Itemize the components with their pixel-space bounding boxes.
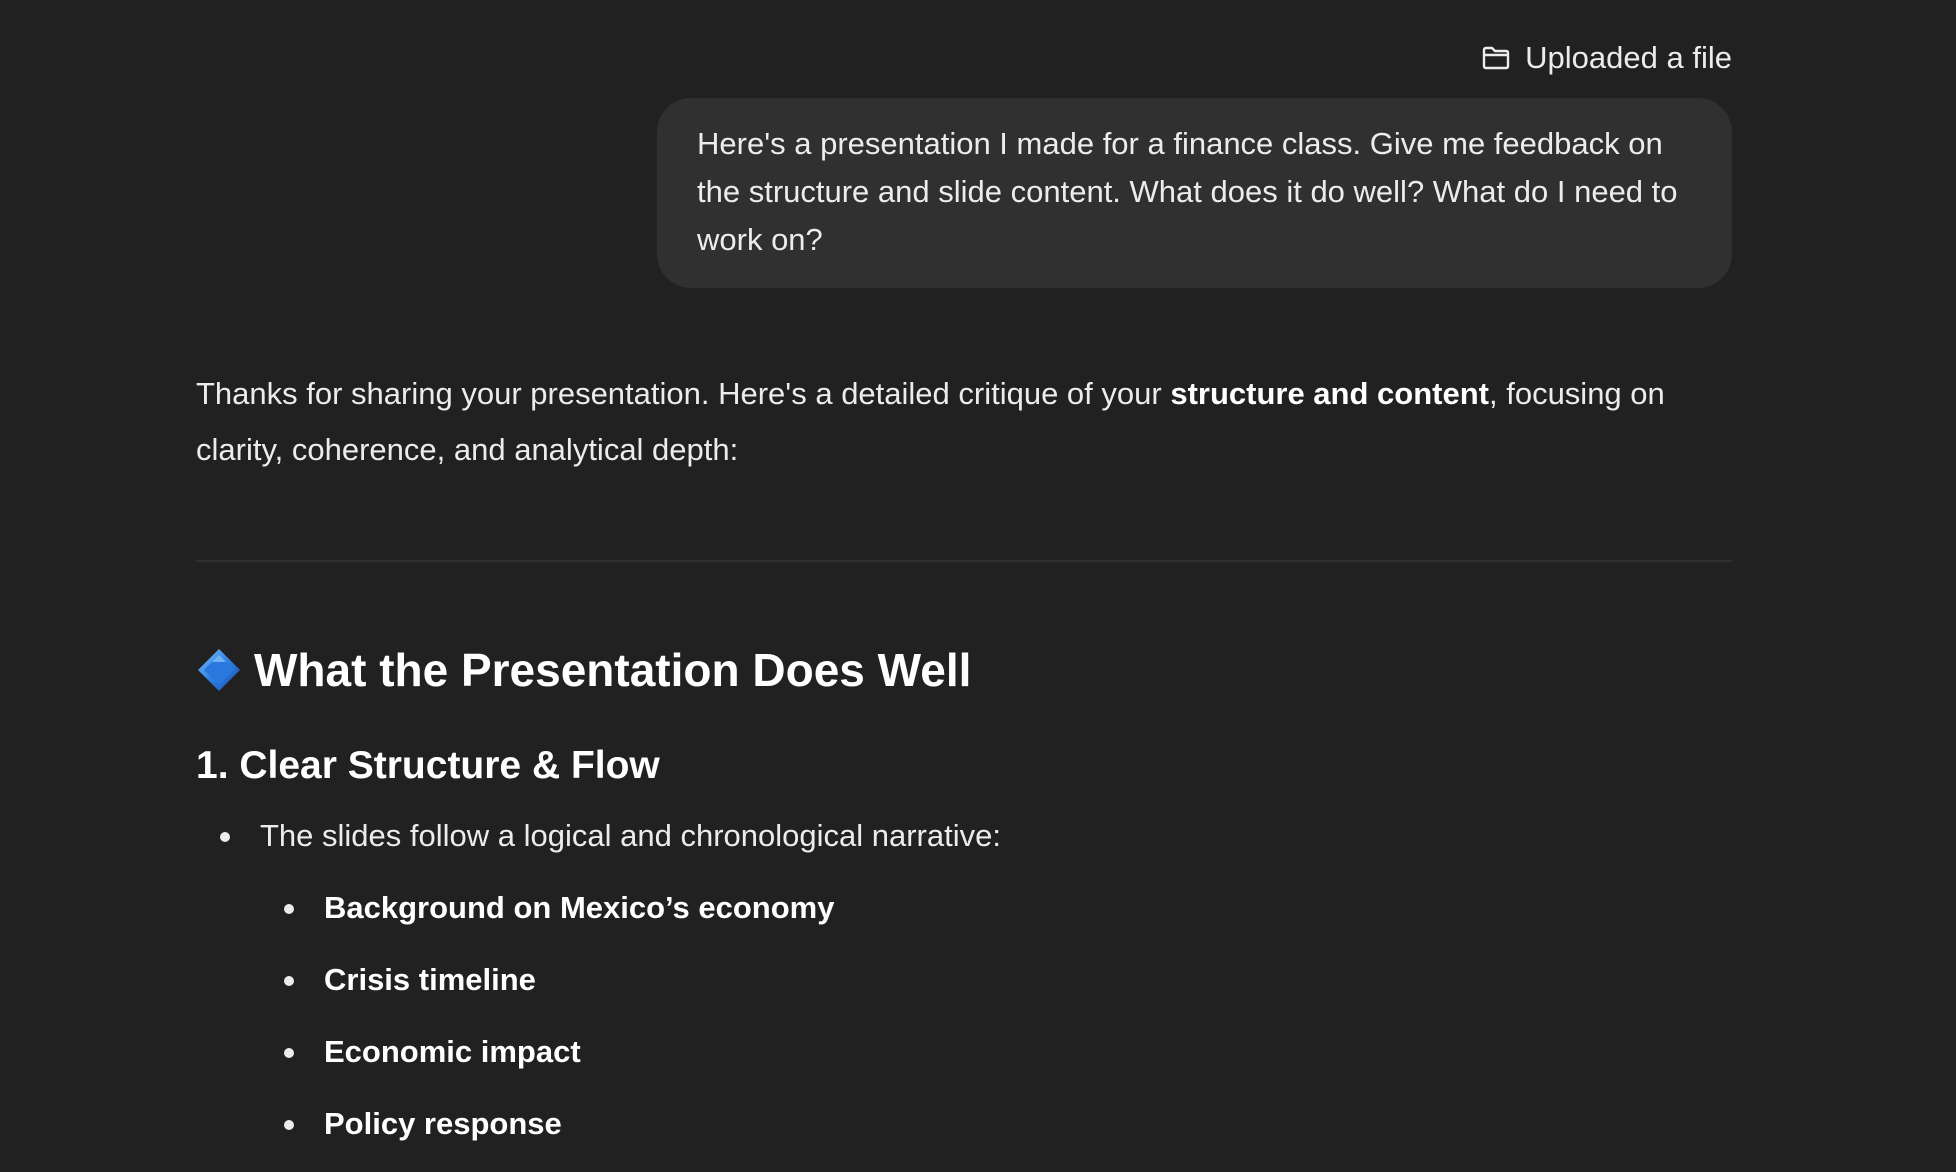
subsection-heading: 1. Clear Structure & Flow — [196, 744, 660, 787]
list-item-text: Policy response — [324, 1106, 562, 1141]
bullet-dot — [284, 1120, 294, 1130]
intro-bold-text: structure and content — [1170, 376, 1489, 411]
user-message-text: Here's a presentation I made for a finan… — [697, 126, 1678, 257]
bullet-dot — [284, 1048, 294, 1058]
list-item-text: Economic impact — [324, 1034, 581, 1069]
bullet-dot — [284, 904, 294, 914]
bullet-dot — [220, 832, 230, 842]
list-item: Economic impact — [196, 1028, 1732, 1076]
blue-diamond-icon — [196, 647, 242, 693]
assistant-response: Thanks for sharing your presentation. He… — [196, 366, 1732, 1172]
uploaded-file-label: Uploaded a file — [1525, 40, 1732, 75]
list-item: Policy response — [196, 1100, 1732, 1148]
list-item-text: The slides follow a logical and chronolo… — [260, 818, 1001, 853]
list-item-text: Background on Mexico’s economy — [324, 890, 835, 925]
intro-paragraph: Thanks for sharing your presentation. He… — [196, 366, 1732, 478]
section-title: What the Presentation Does Well — [254, 644, 972, 696]
folder-icon — [1481, 45, 1511, 71]
divider — [196, 560, 1732, 562]
user-message-bubble: Here's a presentation I made for a finan… — [657, 98, 1732, 288]
feedback-list: The slides follow a logical and chronolo… — [196, 812, 1732, 1148]
list-item-text: Crisis timeline — [324, 962, 536, 997]
list-item: The slides follow a logical and chronolo… — [196, 812, 1732, 860]
list-item: Crisis timeline — [196, 956, 1732, 1004]
intro-text-start: Thanks for sharing your presentation. He… — [196, 376, 1171, 411]
bullet-dot — [284, 976, 294, 986]
list-item: Background on Mexico’s economy — [196, 884, 1732, 932]
section-heading: What the Presentation Does Well — [196, 642, 1732, 698]
uploaded-file-indicator[interactable]: Uploaded a file — [1481, 40, 1732, 76]
